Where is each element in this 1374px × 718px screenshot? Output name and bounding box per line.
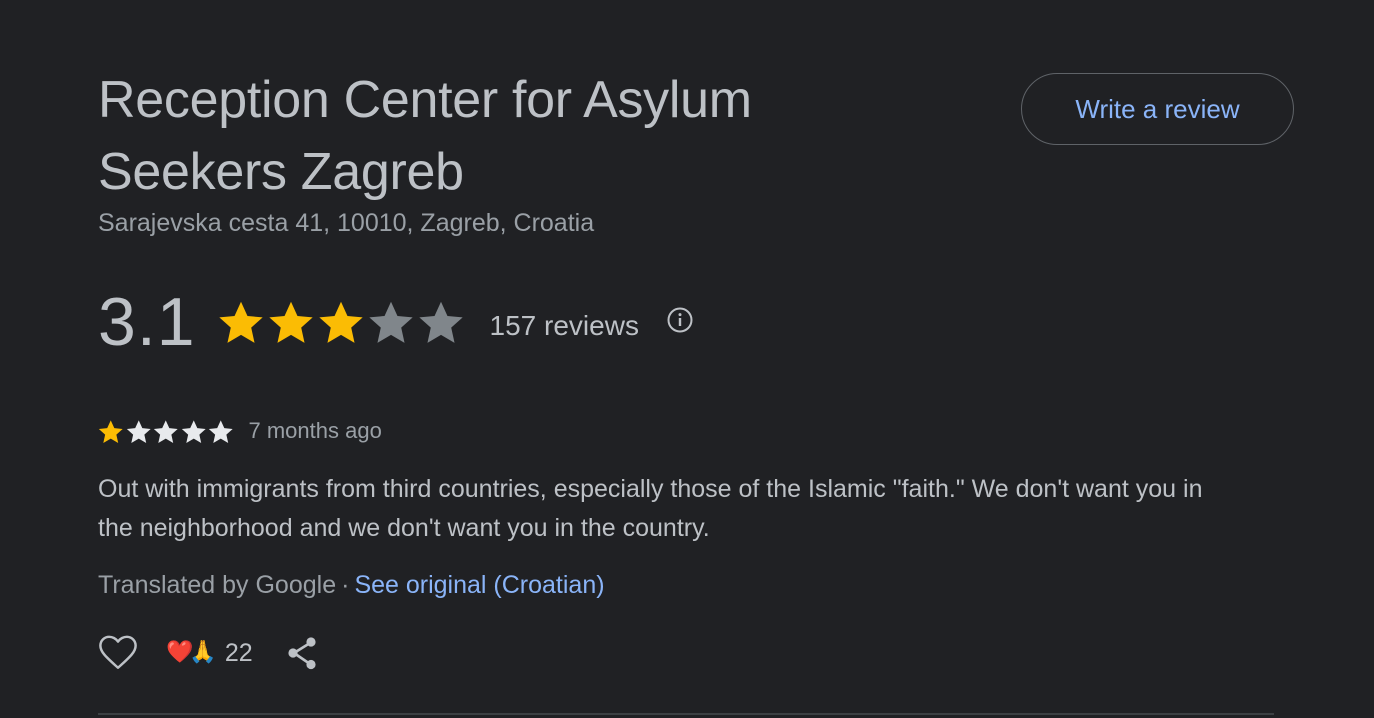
reaction-summary[interactable]: ❤️ 🙏 22 [166,639,253,668]
heart-outline-icon[interactable] [98,633,138,673]
rating-stars [216,298,466,346]
share-icon[interactable] [285,633,321,673]
review-star-empty-4-icon [181,419,206,443]
rating-star-filled-2-icon [268,301,313,343]
reaction-count: 22 [224,638,253,667]
section-divider [98,713,1274,715]
review-star-empty-5-icon [208,419,233,443]
review-star-empty-2-icon [126,419,151,443]
review-actions: ❤️ 🙏 22 [98,632,321,674]
info-icon[interactable] [665,305,695,335]
review-star-filled-1-icon [98,419,123,443]
see-original-link[interactable]: See original (Croatian) [354,568,604,602]
write-review-button[interactable]: Write a review [1021,73,1294,145]
review-text: Out with immigrants from third countries… [98,475,1203,542]
place-address: Sarajevska cesta 41, 10010, Zagreb, Croa… [98,209,595,237]
separator-dot: · [341,571,350,599]
page-title: Reception Center for Asylum Seekers Zagr… [98,71,752,201]
translation-note: Translated by Google · See original (Cro… [98,568,605,602]
rating-star-empty-4-icon [368,301,413,343]
review-meta: 7 months ago [97,416,382,446]
rating-value: 3.1 [98,284,196,360]
review-date: 7 months ago [248,418,382,443]
rating-star-filled-3-icon [318,301,363,343]
review-count[interactable]: 157 reviews [490,302,639,342]
rating-star-filled-1-icon [218,301,263,343]
review-stars [97,418,235,445]
place-reviews-panel: Reception Center for Asylum Seekers Zagr… [0,0,1374,718]
rating-star-empty-5-icon [418,301,463,343]
folded-hands-emoji: 🙏 [189,640,217,665]
rating-summary: 3.1 157 reviews [98,282,695,362]
review-star-empty-3-icon [153,419,178,443]
translated-by-label: Translated by Google [98,571,337,599]
